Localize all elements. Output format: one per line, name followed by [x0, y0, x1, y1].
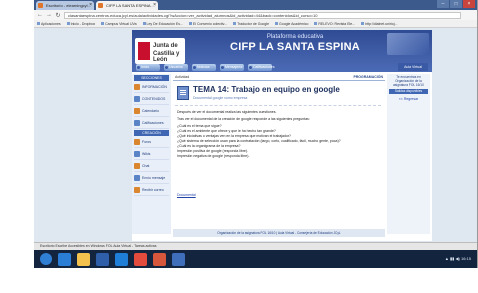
nav-mensajeria[interactable]: Mensajería — [220, 63, 244, 71]
chat-icon — [134, 163, 140, 169]
bookmark-item[interactable]: Inicio - Dropbox — [67, 22, 96, 26]
sidebar-item-wikis[interactable]: Wikis — [134, 149, 169, 160]
sidebar-item-calificaciones[interactable]: Calificaciones — [134, 118, 169, 129]
task-header: TEMA 14: Trabajo en equipo en google Doc… — [175, 84, 381, 106]
wiki-icon — [134, 151, 140, 157]
location-info: Te encuentras en Organización de la asig… — [393, 75, 424, 87]
bookmark-item[interactable]: RELEVO: Revista Ele... — [314, 22, 355, 26]
reload-icon[interactable]: ↻ — [55, 12, 61, 19]
breadcrumb[interactable]: Actividad — [175, 74, 189, 80]
instruction-text: Tras ver el documental de la creación de… — [177, 117, 310, 121]
tab-close-icon[interactable]: × — [153, 1, 156, 10]
bookmark-item[interactable]: Ley De Educación Es... — [143, 22, 183, 26]
dropbox-icon[interactable] — [115, 252, 128, 266]
nav-usuarios[interactable]: Usuarios — [164, 63, 188, 71]
banner-title: CIFP LA SANTA ESPINA — [230, 41, 360, 53]
nav-noticias[interactable]: Noticias — [192, 63, 216, 71]
media-player-icon[interactable] — [153, 252, 166, 266]
url-input[interactable]: clasantaespina.centros.educa.jcyl.es/aul… — [64, 11, 461, 19]
system-tray[interactable]: ▲ ▮▮ ◀) 16:15 — [445, 256, 471, 261]
bookmark-item[interactable]: Aplicaciones — [37, 22, 61, 26]
document-icon — [177, 86, 189, 100]
book-icon — [134, 96, 140, 102]
bookmark-item[interactable]: Google Académico — [275, 22, 308, 26]
bookmark-item[interactable]: Campus Virtual UVa — [101, 22, 136, 26]
question-list: ¿Cuál es el tema que sigue? ¿Cuál es el … — [177, 124, 377, 159]
junta-logo[interactable]: Junta de Castilla y León — [135, 38, 185, 64]
mail-icon — [134, 175, 140, 181]
grades-icon — [134, 120, 140, 126]
address-bar-row: ← → ↻ clasantaespina.centros.educa.jcyl.… — [34, 10, 477, 20]
app-icon[interactable] — [172, 252, 185, 266]
junta-crest-icon — [138, 42, 150, 60]
back-link[interactable]: << Regresar — [387, 97, 430, 101]
sidebar-item-recibir-correo[interactable]: Recibir correo — [134, 185, 169, 196]
sidebar-heading: SECCIONES — [134, 75, 169, 81]
site-container: Junta de Castilla y León Plataforma educ… — [132, 30, 432, 241]
tab-favicon-icon — [38, 3, 43, 8]
sidebar-heading-creacion: CREACIÓN — [134, 130, 169, 136]
section-label: PROGRAMACIÓN — [353, 75, 383, 79]
page-viewport: Junta de Castilla y León Plataforma educ… — [34, 28, 477, 242]
task-subtitle: Documental google como empresa — [193, 96, 248, 100]
info-icon — [134, 84, 140, 90]
sidebar-item-foros[interactable]: Foros — [134, 137, 169, 148]
forum-icon — [134, 139, 140, 145]
sidebar-item-calendario[interactable]: Calendario — [134, 106, 169, 117]
back-icon[interactable]: ← — [37, 12, 43, 18]
intro-text: Después de ver el documental realiza las… — [177, 110, 277, 114]
main-content: Actividad PROGRAMACIÓN TEMA 14: Trabajo … — [173, 74, 385, 234]
banner-decoration — [387, 33, 429, 55]
right-panel: Te encuentras en Organización de la asig… — [387, 74, 430, 234]
top-navigation: Inicio Usuarios Noticias Mensajería Cali… — [132, 62, 432, 72]
close-button[interactable]: × — [463, 0, 475, 8]
tab-cifp[interactable]: CIFP LA SANTA ESPINA ... × — [96, 1, 158, 10]
nav-inicio[interactable]: Inicio — [136, 63, 160, 71]
bookmark-item[interactable]: Traductor de Google — [233, 22, 269, 26]
chrome-icon[interactable] — [134, 252, 147, 266]
site-banner: Junta de Castilla y León Plataforma educ… — [132, 30, 432, 72]
calendar-icon — [134, 108, 140, 114]
tab-bar: Escritorio - elearningcyl... × CIFP LA S… — [34, 0, 477, 10]
file-explorer-icon[interactable] — [77, 252, 90, 266]
sidebar-item-envio-mensaje[interactable]: Envío mensaje — [134, 173, 169, 184]
bookmark-item[interactable]: http://dialnet.unirioj... — [361, 22, 397, 26]
start-button-icon[interactable] — [40, 253, 52, 265]
tab-favicon-icon — [98, 3, 103, 8]
question-item: Impresión negativa de google (responda l… — [177, 154, 250, 158]
documental-link[interactable]: Documental — [177, 193, 196, 197]
forward-icon[interactable]: → — [46, 12, 52, 18]
bookmark-item[interactable]: El Convenio colectiv... — [189, 22, 227, 26]
download-bar[interactable]: Escritorio Escribe Accesibles en Windows… — [34, 242, 477, 250]
tab-close-icon[interactable]: × — [89, 1, 92, 10]
nav-calificaciones[interactable]: Calificaciones — [248, 63, 275, 71]
task-description: Después de ver el documental realiza las… — [177, 110, 377, 159]
aula-virtual-button[interactable]: Aula Virtual — [398, 63, 428, 71]
tab-escritorio[interactable]: Escritorio - elearningcyl... × — [36, 1, 94, 10]
sidebar-item-contenidos[interactable]: CONTENIDOS — [134, 94, 169, 105]
content-header: Actividad PROGRAMACIÓN — [173, 74, 385, 81]
sidebar: SECCIONES INFORMACIÓN CONTENIDOS Calenda… — [132, 74, 171, 234]
banner-subtitle: Plataforma educativa — [266, 34, 324, 40]
minimize-button[interactable]: – — [437, 0, 449, 8]
store-icon[interactable] — [96, 252, 109, 266]
sidebar-section: Foros Wikis Chat Envío mensaje Recibir c… — [132, 137, 171, 196]
page-title: TEMA 14: Trabajo en equipo en google — [193, 85, 340, 94]
panel-heading: Salidas disponibles — [389, 89, 428, 94]
sidebar-section: INFORMACIÓN CONTENIDOS Calendario Califi… — [132, 82, 171, 129]
maximize-button[interactable]: □ — [450, 0, 462, 8]
bookmarks-bar: Aplicaciones Inicio - Dropbox Campus Vir… — [34, 20, 477, 28]
edge-icon[interactable] — [58, 252, 71, 266]
windows-taskbar: ▲ ▮▮ ◀) 16:15 — [34, 250, 477, 268]
sidebar-item-informacion[interactable]: INFORMACIÓN — [134, 82, 169, 93]
site-footer: Organización de la asignatura FOL 16/10 … — [173, 229, 385, 237]
browser-window: Escritorio - elearningcyl... × CIFP LA S… — [34, 0, 478, 268]
window-controls: – □ × — [437, 0, 475, 8]
sidebar-item-chat[interactable]: Chat — [134, 161, 169, 172]
inbox-icon — [134, 187, 140, 193]
